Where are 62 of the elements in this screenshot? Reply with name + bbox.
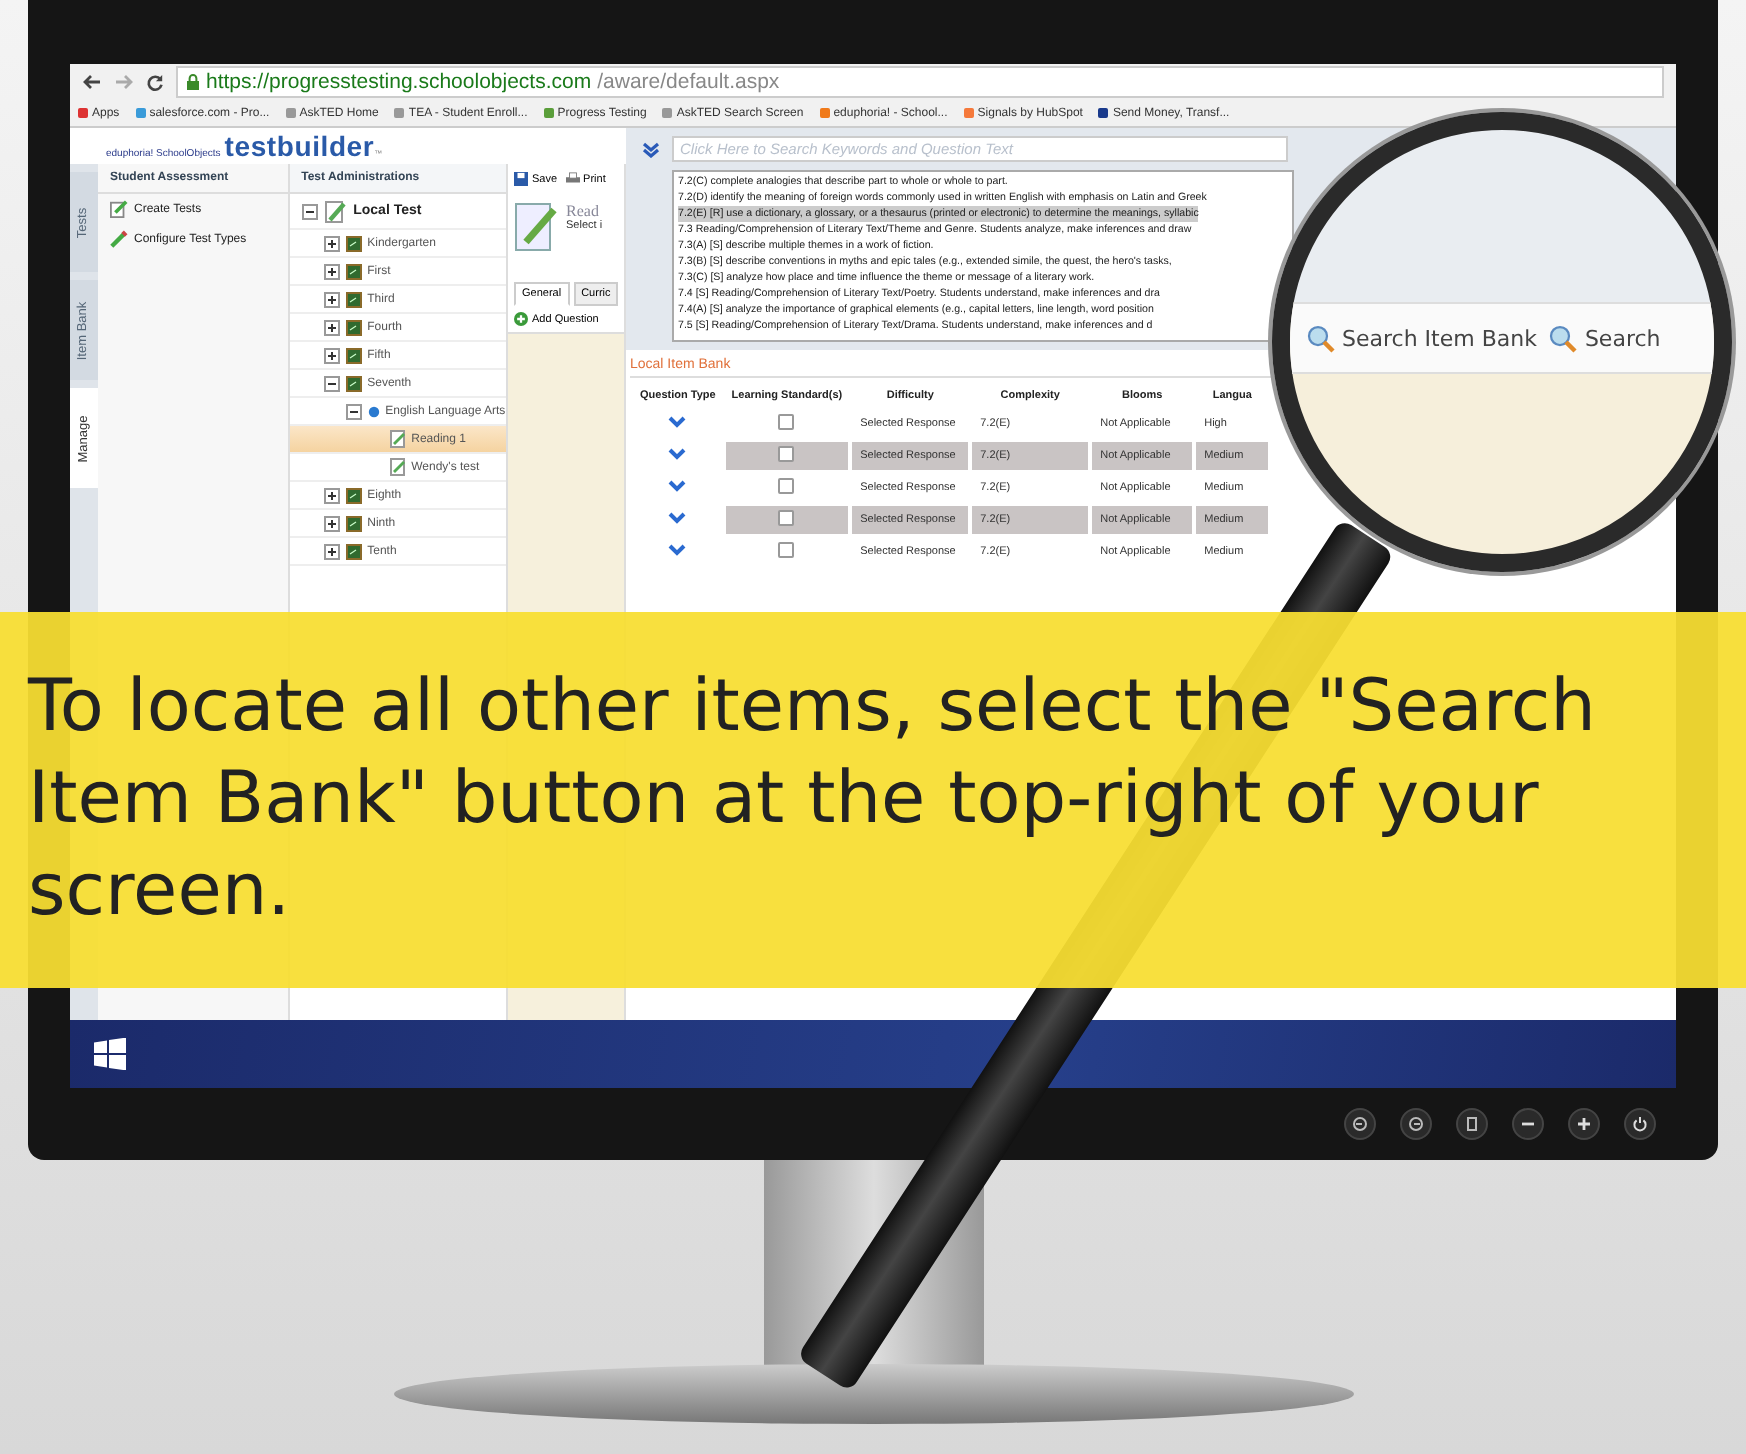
expand-toggle-icon[interactable] [345,403,362,419]
printer-icon [565,172,580,186]
chalkboard-icon [345,263,362,279]
input-icon [1352,1116,1368,1132]
plus-circle-icon [514,312,528,326]
test-title: Read [566,202,601,220]
chevron-down-icon[interactable] [668,544,687,556]
windows-logo-icon[interactable] [94,1038,126,1070]
monitor-button[interactable] [1456,1108,1488,1140]
power-icon [1632,1116,1648,1132]
search-icon [1548,323,1579,353]
plus-icon [1576,1116,1592,1132]
expand-toggle-icon[interactable] [323,543,340,559]
chalkboard-icon [345,291,362,307]
search-button[interactable]: Search Item Bank [1306,323,1537,353]
dot-icon [367,405,380,417]
document-pencil-icon [514,202,558,254]
search-button[interactable]: Search [1548,323,1661,353]
expand-toggle-icon[interactable] [323,263,340,279]
monitor-button[interactable] [1400,1108,1432,1140]
checkbox[interactable] [778,478,795,494]
document-pencil-icon [389,458,406,476]
chevron-down-icon[interactable] [668,416,687,428]
checkbox[interactable] [778,414,795,430]
chalkboard-icon [345,235,362,251]
address-bar[interactable]: https://progresstesting.schoolobjects.com /aware/default.aspx [176,66,1664,98]
lock-icon [186,74,200,90]
search-icon [1306,323,1336,353]
monitor-button[interactable] [1568,1108,1600,1140]
expand-toggle-icon[interactable] [323,319,340,335]
caption-text: To locate all other items, select the "Search Item Bank" button at the top-right of your screen. [28,664,1598,936]
document-pencil-icon [389,430,406,448]
chevron-down-icon[interactable] [668,512,687,524]
edit-icon [110,200,128,218]
expand-toggle-icon[interactable] [323,291,340,307]
chalkboard-icon [345,487,362,503]
double-chevron-icon[interactable] [642,141,660,157]
chalkboard-icon [345,543,362,559]
monitor-button[interactable] [1512,1108,1544,1140]
reload-icon[interactable] [146,73,164,91]
chalkboard-icon [345,515,362,531]
expand-toggle-icon[interactable] [323,375,340,391]
chalkboard-icon [345,319,362,335]
expand-toggle-icon[interactable] [323,347,340,363]
document-pencil-icon [323,199,348,223]
input-icon [1408,1116,1424,1132]
standards-list[interactable] [672,170,1294,342]
expand-toggle-icon[interactable] [301,203,318,219]
chalkboard-icon [345,375,362,391]
chevron-down-icon[interactable] [668,448,687,460]
chalkboard-icon [345,347,362,363]
chevron-down-icon[interactable] [668,480,687,492]
expand-toggle-icon[interactable] [323,515,340,531]
pencil-icon [110,230,128,248]
expand-toggle-icon[interactable] [323,235,340,251]
monitor-button[interactable] [1344,1108,1376,1140]
checkbox[interactable] [778,542,795,558]
checkbox[interactable] [778,446,795,462]
checkbox[interactable] [778,510,795,526]
power-button[interactable] [1624,1108,1656,1140]
expand-toggle-icon[interactable] [323,487,340,503]
back-icon[interactable] [82,74,102,90]
